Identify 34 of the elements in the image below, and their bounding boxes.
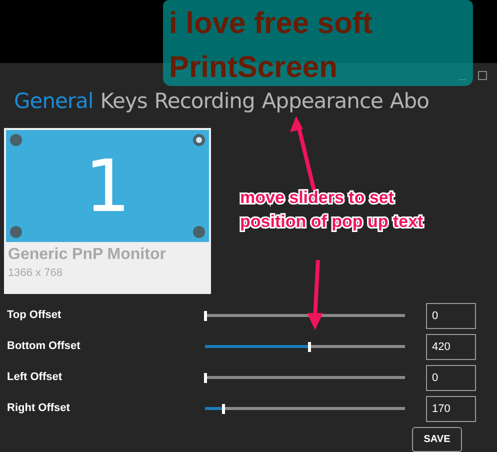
tab[interactable]: Appearance (262, 89, 383, 113)
tab[interactable]: Abo (390, 89, 429, 113)
maximize-icon[interactable] (478, 71, 487, 80)
offset-input[interactable]: 0 (426, 302, 476, 328)
offset-input[interactable]: 0 (426, 364, 476, 390)
offset-label: Right Offset (6, 401, 71, 416)
slider-thumb[interactable] (308, 342, 311, 352)
slider-thumb[interactable] (204, 372, 207, 382)
offset-input[interactable]: 420 (426, 334, 476, 360)
corner-anchor-icon[interactable] (193, 134, 205, 146)
offset-label: Left Offset (6, 370, 63, 386)
offset-label: Top Offset (6, 308, 62, 324)
offset-input[interactable]: 170 (426, 396, 476, 422)
annotation-text: move sliders to set position of pop up text (240, 187, 424, 233)
annotation-arrow (307, 260, 323, 330)
tab[interactable]: Recording (154, 89, 255, 113)
tab[interactable]: General (14, 89, 94, 113)
save-button[interactable]: SAVE (412, 427, 462, 452)
monitor-resolution: 1366 x 768 (8, 266, 64, 280)
offset-slider[interactable] (205, 342, 405, 352)
offset-slider[interactable] (205, 372, 405, 382)
offset-slider[interactable] (205, 404, 405, 414)
monitor-number: 1 (84, 146, 130, 226)
popup-text-line: i love free soft (169, 8, 372, 40)
tab[interactable]: Keys (100, 89, 148, 113)
slider-thumb[interactable] (222, 404, 225, 414)
corner-anchor-icon[interactable] (10, 134, 22, 146)
offset-label: Bottom Offset (6, 339, 82, 354)
popup-text-line: PrintScreen (169, 52, 338, 84)
corner-anchor-icon[interactable] (10, 226, 22, 238)
offset-slider[interactable] (205, 310, 405, 320)
corner-anchor-icon[interactable] (193, 226, 205, 238)
monitor-name: Generic PnP Monitor (8, 245, 167, 265)
slider-thumb[interactable] (204, 310, 207, 320)
